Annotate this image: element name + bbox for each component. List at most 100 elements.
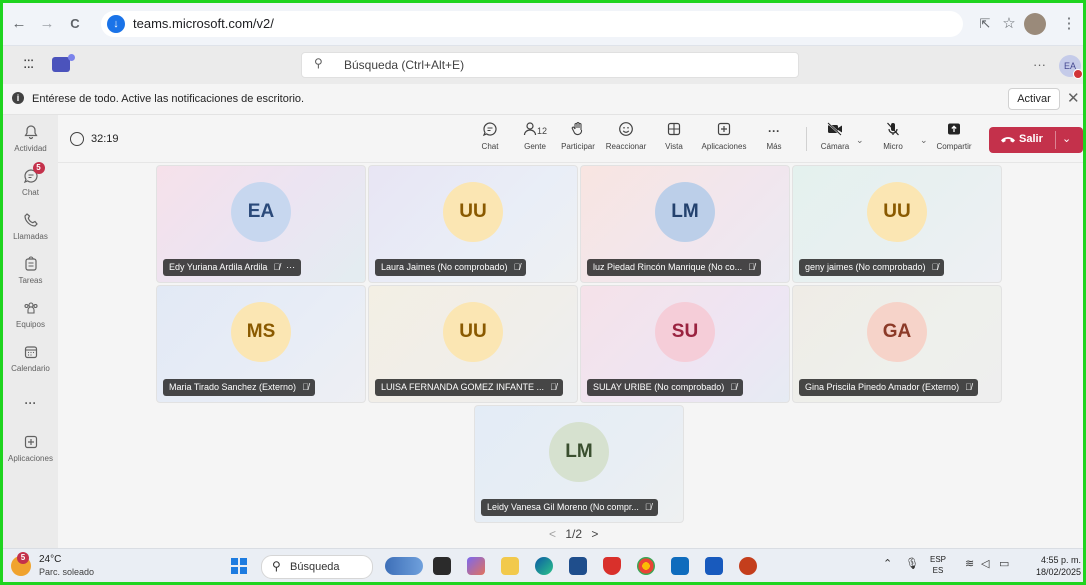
share-label: Compartir bbox=[936, 142, 972, 151]
mic-button[interactable]: Micro bbox=[878, 121, 908, 159]
more-options-icon: ··· bbox=[768, 124, 780, 138]
cast-icon[interactable]: ⇱ bbox=[975, 14, 995, 34]
people-button[interactable]: 12 Gente bbox=[520, 121, 550, 159]
participant-tile[interactable]: UU LUISA FERNANDA GOMEZ INFANTE ... 🎙̸ bbox=[368, 285, 578, 403]
mic-muted-icon: 🎙̸ bbox=[730, 382, 737, 392]
widgets-icon[interactable] bbox=[385, 557, 423, 575]
microphone-tray-icon[interactable]: 🎙 bbox=[905, 557, 919, 570]
temperature[interactable]: 24°C bbox=[39, 554, 61, 565]
hang-up-icon bbox=[1000, 133, 1016, 147]
participant-tile[interactable]: UU geny jaimes (No comprobado) 🎙̸ bbox=[792, 165, 1002, 283]
participant-avatar: UU bbox=[443, 302, 503, 362]
weather-condition[interactable]: Parc. soleado bbox=[39, 567, 94, 577]
leave-options-chevron-icon[interactable]: ⌄ bbox=[1062, 132, 1071, 145]
back-icon[interactable]: ← bbox=[9, 14, 29, 34]
mic-options-chevron-icon[interactable]: ⌄ bbox=[920, 135, 928, 146]
participant-name-tag: SULAY URIBE (No comprobado) 🎙̸ bbox=[587, 379, 743, 396]
battery-icon[interactable]: ▭ bbox=[999, 557, 1009, 570]
windows-start-icon[interactable] bbox=[231, 558, 247, 574]
tasks-icon bbox=[22, 256, 40, 274]
rail-item-equipos[interactable]: Equipos bbox=[3, 300, 58, 329]
store-icon[interactable] bbox=[569, 557, 587, 575]
task-view-icon[interactable] bbox=[433, 557, 451, 575]
mic-muted-icon: 🎙̸ bbox=[965, 382, 972, 392]
rail-item-actividad[interactable]: Actividad bbox=[3, 124, 58, 153]
volume-icon[interactable]: ◁ bbox=[981, 557, 989, 570]
mic-muted-icon: 🎙̸ bbox=[748, 262, 755, 272]
share-button[interactable]: Compartir bbox=[934, 121, 974, 159]
participant-tile[interactable]: LM Leidy Vanesa Gil Moreno (No compr... 🎙… bbox=[474, 405, 684, 523]
participant-tile[interactable]: EA Edy Yuriana Ardila Ardila 🎙̸ ··· bbox=[156, 165, 366, 283]
participant-tile[interactable]: SU SULAY URIBE (No comprobado) 🎙̸ bbox=[580, 285, 790, 403]
browser-menu-icon[interactable]: ⋮ bbox=[1059, 14, 1079, 34]
leave-label: Salir bbox=[1019, 133, 1043, 145]
more-button[interactable]: ··· Más bbox=[762, 121, 786, 159]
leave-button[interactable]: Salir ⌄ bbox=[989, 127, 1083, 153]
clock-date: 18/02/2025 bbox=[1036, 567, 1082, 577]
participant-name-tag: Laura Jaimes (No comprobado) 🎙̸ bbox=[375, 259, 527, 276]
chat-button[interactable]: Chat bbox=[479, 121, 501, 159]
browser-profile-avatar[interactable] bbox=[1024, 13, 1046, 35]
view-button[interactable]: Vista bbox=[662, 121, 686, 159]
react-button[interactable]: Reaccionar bbox=[604, 121, 648, 159]
participant-name: Laura Jaimes (No comprobado) bbox=[381, 262, 508, 272]
participant-avatar: GA bbox=[867, 302, 927, 362]
participant-tile[interactable]: GA Gina Priscila Pinedo Amador (Externo)… bbox=[792, 285, 1002, 403]
participant-name-tag: Maria Tirado Sanchez (Externo) 🎙̸ bbox=[163, 379, 315, 396]
address-bar[interactable]: ↓ teams.microsoft.com/v2/ bbox=[101, 11, 963, 37]
apps-button[interactable]: Aplicaciones bbox=[698, 121, 750, 159]
meeting-timer: 32:19 bbox=[91, 133, 119, 145]
url-text[interactable]: teams.microsoft.com/v2/ bbox=[133, 16, 274, 31]
raise-hand-button[interactable]: Participar bbox=[561, 121, 595, 159]
rail-label: Tareas bbox=[18, 276, 43, 285]
participant-name: Leidy Vanesa Gil Moreno (No compr... bbox=[487, 502, 639, 512]
rail-item-aplicaciones[interactable]: Aplicaciones bbox=[3, 434, 58, 463]
system-clock[interactable]: 4:55 p. m. 18/02/2025 bbox=[1036, 554, 1081, 578]
bell-icon bbox=[22, 124, 40, 142]
rail-item-calendario[interactable]: Calendario bbox=[3, 344, 58, 373]
hand-icon bbox=[561, 121, 595, 141]
search-placeholder: Búsqueda (Ctrl+Alt+E) bbox=[344, 58, 465, 72]
camera-label: Cámara bbox=[820, 142, 850, 151]
participant-tile[interactable]: UU Laura Jaimes (No comprobado) 🎙̸ bbox=[368, 165, 578, 283]
site-info-icon[interactable]: ↓ bbox=[107, 15, 125, 33]
participant-name: geny jaimes (No comprobado) bbox=[805, 262, 926, 272]
powerpoint-icon[interactable] bbox=[739, 557, 757, 575]
app-launcher-icon[interactable]: ::: bbox=[23, 55, 34, 73]
previous-page-icon[interactable]: < bbox=[549, 527, 556, 541]
settings-more-icon[interactable]: ··· bbox=[1033, 57, 1046, 72]
rail-item-llamadas[interactable]: Llamadas bbox=[3, 212, 58, 241]
wifi-icon[interactable]: ≋ bbox=[965, 557, 974, 570]
participant-tile[interactable]: LM luz Piedad Rincón Manrique (No co... 🎙… bbox=[580, 165, 790, 283]
word-icon[interactable] bbox=[705, 557, 723, 575]
participant-more-icon[interactable]: ··· bbox=[286, 262, 295, 272]
search-input[interactable]: ⚲ Búsqueda (Ctrl+Alt+E) bbox=[301, 52, 799, 78]
rail-label: Llamadas bbox=[13, 232, 48, 241]
file-explorer-icon[interactable] bbox=[501, 557, 519, 575]
edge-icon[interactable] bbox=[535, 557, 553, 575]
participant-tile[interactable]: MS Maria Tirado Sanchez (Externo) 🎙̸ bbox=[156, 285, 366, 403]
camera-button[interactable]: Cámara bbox=[818, 121, 852, 159]
user-avatar[interactable]: EA bbox=[1059, 55, 1083, 79]
mic-muted-icon: 🎙̸ bbox=[644, 502, 652, 512]
show-hidden-icons-icon[interactable]: ⌃ bbox=[883, 557, 892, 570]
outlook-icon[interactable] bbox=[671, 557, 689, 575]
camera-options-chevron-icon[interactable]: ⌄ bbox=[856, 135, 864, 146]
participant-name: Gina Priscila Pinedo Amador (Externo) bbox=[805, 382, 960, 392]
taskbar-search[interactable]: ⚲ Búsqueda bbox=[261, 555, 373, 579]
bookmark-star-icon[interactable]: ☆ bbox=[999, 14, 1019, 34]
rail-item-more[interactable]: ··· bbox=[3, 394, 58, 412]
reload-icon[interactable]: C bbox=[65, 14, 85, 34]
activate-notifications-button[interactable]: Activar bbox=[1008, 88, 1060, 110]
shield-app-icon[interactable] bbox=[603, 557, 621, 575]
copilot-icon[interactable] bbox=[467, 557, 485, 575]
forward-icon[interactable]: → bbox=[37, 14, 57, 34]
chat-unread-badge: 5 bbox=[32, 162, 45, 174]
chrome-icon[interactable] bbox=[637, 557, 655, 575]
meeting-stage: 32:19 Chat 12 Gente Participar Reacciona… bbox=[58, 115, 1083, 548]
rail-item-chat[interactable]: 5 Chat bbox=[3, 162, 58, 197]
next-page-icon[interactable]: > bbox=[591, 527, 598, 541]
input-language[interactable]: ESP ES bbox=[930, 554, 946, 576]
rail-item-tareas[interactable]: Tareas bbox=[3, 256, 58, 285]
close-icon[interactable]: ✕ bbox=[1067, 89, 1080, 107]
